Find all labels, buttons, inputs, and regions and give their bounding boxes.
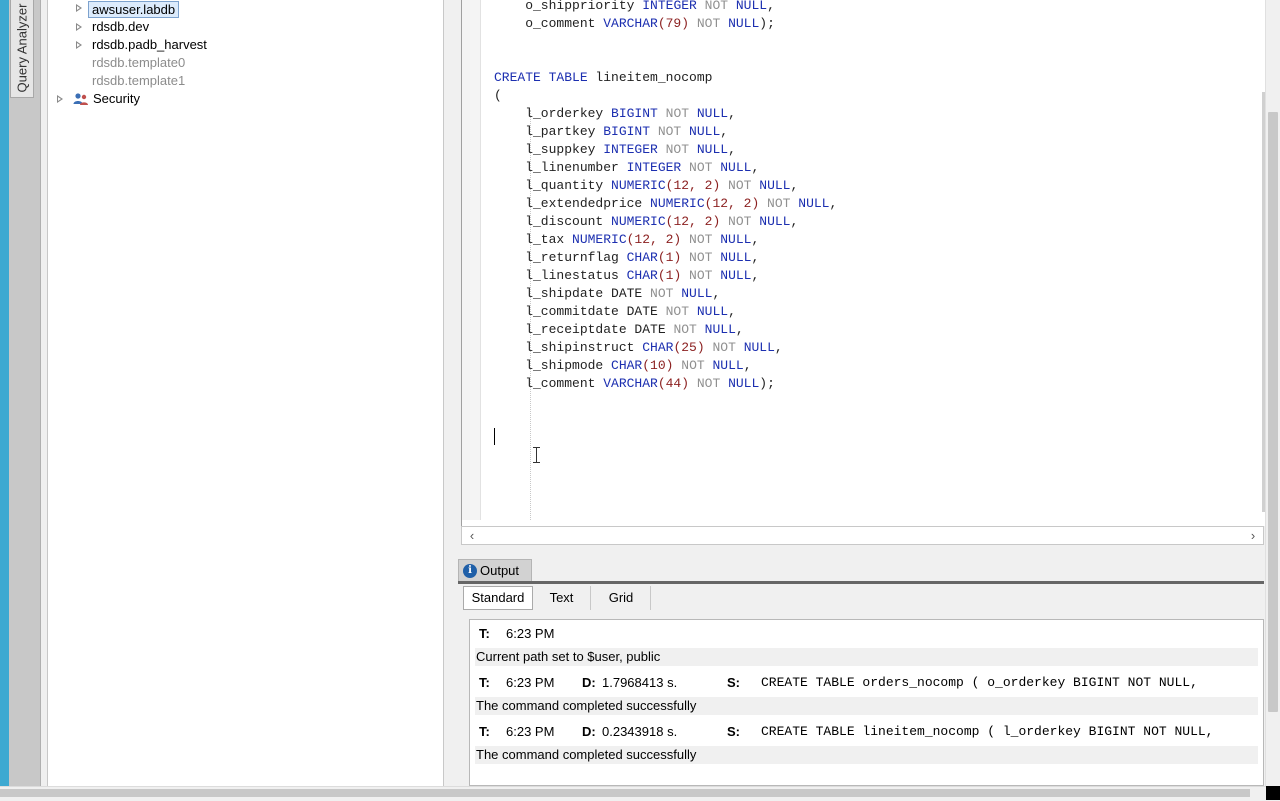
database-tree	[47, 0, 444, 786]
output-entry-message: Current path set to $user, public	[475, 648, 1258, 666]
expand-arrow-icon[interactable]	[76, 41, 82, 49]
tree-item-label: rdsdb.template1	[92, 73, 186, 88]
side-panel-rail	[9, 0, 41, 786]
entry-time: 6:23 PM	[506, 724, 555, 739]
tree-item-rdsdb-template0[interactable]: rdsdb.template0	[92, 54, 185, 72]
code-line: l_suppkey INTEGER NOT NULL,	[494, 142, 736, 157]
duration-label: D:	[582, 675, 596, 690]
code-line: l_shipmode CHAR(10) NOT NULL,	[494, 358, 752, 373]
editor-gutter	[462, 0, 481, 520]
code-line: l_comment VARCHAR(44) NOT NULL);	[494, 376, 775, 391]
code-line: o_shippriority INTEGER NOT NULL,	[494, 0, 775, 13]
expand-arrow-icon[interactable]	[57, 95, 63, 103]
time-label: T:	[479, 626, 490, 641]
entry-duration: 0.2343918 s.	[602, 724, 678, 739]
code-line: (	[494, 88, 502, 103]
subtab-grid[interactable]: Grid	[592, 586, 651, 610]
entry-statement: CREATE TABLE lineitem_nocomp ( l_orderke…	[761, 724, 1214, 739]
scroll-left-icon[interactable]: ‹	[462, 527, 482, 544]
tree-item-label: rdsdb.padb_harvest	[92, 37, 207, 52]
tree-item-label: rdsdb.template0	[92, 55, 186, 70]
tree-item-label: rdsdb.dev	[92, 19, 150, 34]
tab-output[interactable]: i Output	[458, 559, 532, 582]
code-line: l_shipinstruct CHAR(25) NOT NULL,	[494, 340, 783, 355]
expand-arrow-icon[interactable]	[76, 23, 82, 31]
tab-output-label: Output	[480, 563, 520, 578]
subtab-standard[interactable]: Standard	[463, 586, 533, 610]
ibeam-cursor-icon	[533, 447, 540, 463]
vertical-scroll-thumb[interactable]	[1268, 112, 1278, 712]
code-line: l_receiptdate DATE NOT NULL,	[494, 322, 744, 337]
code-line: l_commitdate DATE NOT NULL,	[494, 304, 736, 319]
code-line: l_linestatus CHAR(1) NOT NULL,	[494, 268, 760, 283]
duration-label: D:	[582, 724, 596, 739]
code-line: CREATE TABLE lineitem_nocomp	[494, 70, 713, 85]
code-line: o_comment VARCHAR(79) NOT NULL);	[494, 16, 775, 31]
output-entry-header: T: 6:23 PM D: 0.2343918 s. S: CREATE TAB…	[475, 723, 1255, 741]
code-line: l_orderkey BIGINT NOT NULL,	[494, 106, 736, 121]
text-caret	[494, 428, 495, 445]
tree-item-label: Security	[93, 91, 140, 106]
tree-item-rdsdb-template1[interactable]: rdsdb.template1	[92, 72, 185, 90]
code-line: l_returnflag CHAR(1) NOT NULL,	[494, 250, 760, 265]
code-line: l_discount NUMERIC(12, 2) NOT NULL,	[494, 214, 799, 229]
entry-time: 6:23 PM	[506, 675, 555, 690]
users-icon	[73, 92, 89, 106]
sql-code[interactable]: o_shippriority INTEGER NOT NULL, o_comme…	[494, 0, 837, 393]
time-label: T:	[479, 675, 490, 690]
tab-query-analyzer[interactable]: Query Analyzer	[10, 0, 34, 98]
info-icon: i	[463, 564, 477, 578]
time-label: T:	[479, 724, 490, 739]
output-entry-message: The command completed successfully	[475, 697, 1258, 715]
editor-horizontal-scrollbar[interactable]: ‹ ›	[461, 526, 1264, 545]
statement-label: S:	[727, 675, 740, 690]
entry-duration: 1.7968413 s.	[602, 675, 678, 690]
scrollbar-corner	[1266, 786, 1280, 800]
subtab-text[interactable]: Text	[533, 586, 591, 610]
code-line: l_partkey BIGINT NOT NULL,	[494, 124, 729, 139]
tree-item-label: awsuser.labdb	[88, 1, 180, 18]
statement-label: S:	[727, 724, 740, 739]
code-line: l_linenumber INTEGER NOT NULL,	[494, 160, 760, 175]
expand-arrow-icon[interactable]	[76, 4, 82, 12]
scroll-right-icon[interactable]: ›	[1243, 527, 1263, 544]
entry-time: 6:23 PM	[506, 626, 555, 641]
tab-query-analyzer-label: Query Analyzer	[14, 3, 30, 93]
horizontal-scroll-thumb[interactable]	[0, 789, 1250, 797]
output-entry-header: T: 6:23 PM	[475, 625, 1255, 643]
code-line: l_shipdate DATE NOT NULL,	[494, 286, 721, 301]
code-line: l_extendedprice NUMERIC(12, 2) NOT NULL,	[494, 196, 838, 211]
code-line: l_tax NUMERIC(12, 2) NOT NULL,	[494, 232, 760, 247]
left-accent-strip	[0, 0, 9, 786]
output-entry-header: T: 6:23 PM D: 1.7968413 s. S: CREATE TAB…	[475, 674, 1255, 692]
entry-statement: CREATE TABLE orders_nocomp ( o_orderkey …	[761, 675, 1198, 690]
code-line: l_quantity NUMERIC(12, 2) NOT NULL,	[494, 178, 799, 193]
output-entry-message: The command completed successfully	[475, 746, 1258, 764]
